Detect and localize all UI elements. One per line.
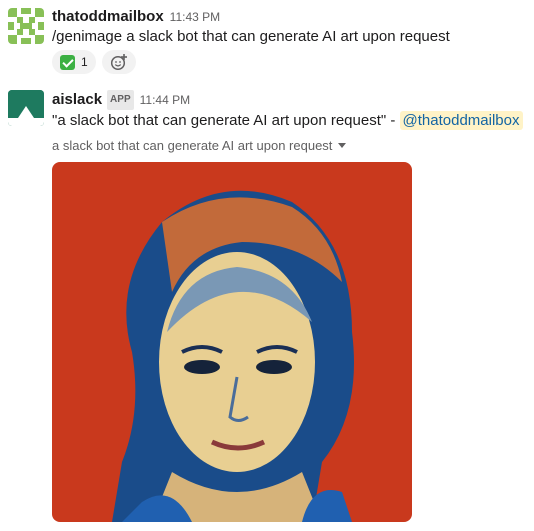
user-mention[interactable]: @thatoddmailbox [399,111,523,130]
add-reaction-button[interactable] [101,50,136,74]
quoted-prompt: "a slack bot that can generate AI art up… [52,112,400,129]
attachment-caption[interactable]: a slack bot that can generate AI art upo… [52,138,347,153]
generated-image[interactable] [52,162,412,522]
username[interactable]: thatoddmailbox [52,8,164,25]
reactions-bar: 1 [52,50,136,74]
add-reaction-icon [110,54,127,71]
caption-text: a slack bot that can generate AI art upo… [52,138,333,153]
timestamp[interactable]: 11:44 PM [140,93,190,107]
reaction-check[interactable]: 1 [52,50,96,74]
app-badge: APP [107,90,134,110]
message-text: "a slack bot that can generate AI art up… [52,110,523,132]
user-avatar[interactable] [8,8,44,44]
app-avatar[interactable] [8,90,44,126]
username[interactable]: aislack [52,91,102,108]
reaction-count: 1 [81,55,88,69]
message-thatoddmailbox: thatoddmailbox 11:43 PM /genimage a slack… [0,0,534,80]
timestamp[interactable]: 11:43 PM [170,10,220,24]
message-text: /genimage a slack bot that can generate … [52,28,450,45]
white-check-mark-icon [60,54,75,70]
caret-down-icon[interactable] [338,143,347,148]
